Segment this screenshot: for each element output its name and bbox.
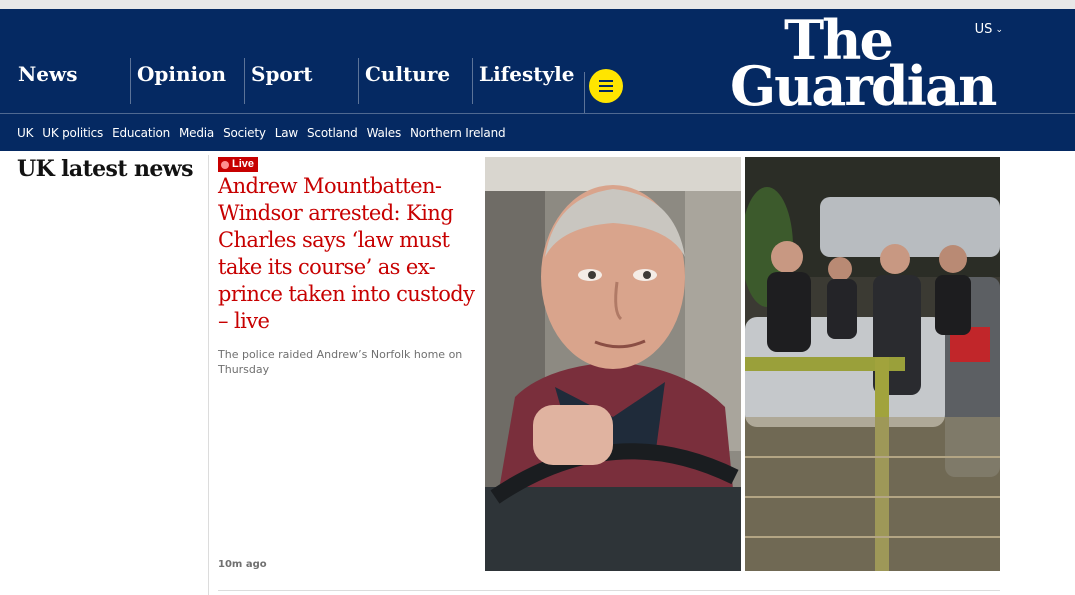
story-photo-car[interactable] [485,157,741,571]
pillar-opinion[interactable]: Opinion [130,58,244,104]
live-badge: Live [218,157,259,172]
story-headline[interactable]: Andrew Mountbatten-Windsor arrested: Kin… [218,173,478,335]
pillar-sport[interactable]: Sport [244,58,358,104]
subnav-education[interactable]: Education [112,126,170,140]
guardian-logo[interactable]: The Guardian [730,13,1005,119]
browser-top-strip [0,0,1075,9]
live-badge-label: Live [232,158,255,170]
menu-divider [584,72,585,113]
subnav-law[interactable]: Law [275,126,298,140]
column-divider [208,155,209,595]
story-timestamp: 10m ago [218,559,267,570]
pillar-lifestyle[interactable]: Lifestyle [472,58,586,104]
hamburger-icon [599,80,613,82]
pillar-news[interactable]: News [0,58,130,104]
story-bottom-rule [218,590,1000,591]
subnav-society[interactable]: Society [223,126,266,140]
hamburger-icon-bar [599,90,613,92]
menu-button[interactable] [589,69,623,103]
subnav-uk[interactable]: UK [17,126,33,140]
subnav-media[interactable]: Media [179,126,214,140]
live-dot-icon [221,160,229,169]
section-title[interactable]: UK latest news [17,156,193,182]
section-subnav: UK UK politics Education Media Society L… [0,113,1075,151]
pillar-culture[interactable]: Culture [358,58,472,104]
pillar-nav: News Opinion Sport Culture Lifestyle [0,58,586,104]
logo-line-2: Guardian [730,54,997,119]
story-photo-scene[interactable] [745,157,1000,571]
subnav-scotland[interactable]: Scotland [307,126,358,140]
subnav-uk-politics[interactable]: UK politics [42,126,103,140]
subnav-wales[interactable]: Wales [367,126,402,140]
subnav-northern-ireland[interactable]: Northern Ireland [410,126,506,140]
story-standfirst: The police raided Andrew’s Norfolk home … [218,348,463,376]
hamburger-icon-bar [599,85,613,87]
